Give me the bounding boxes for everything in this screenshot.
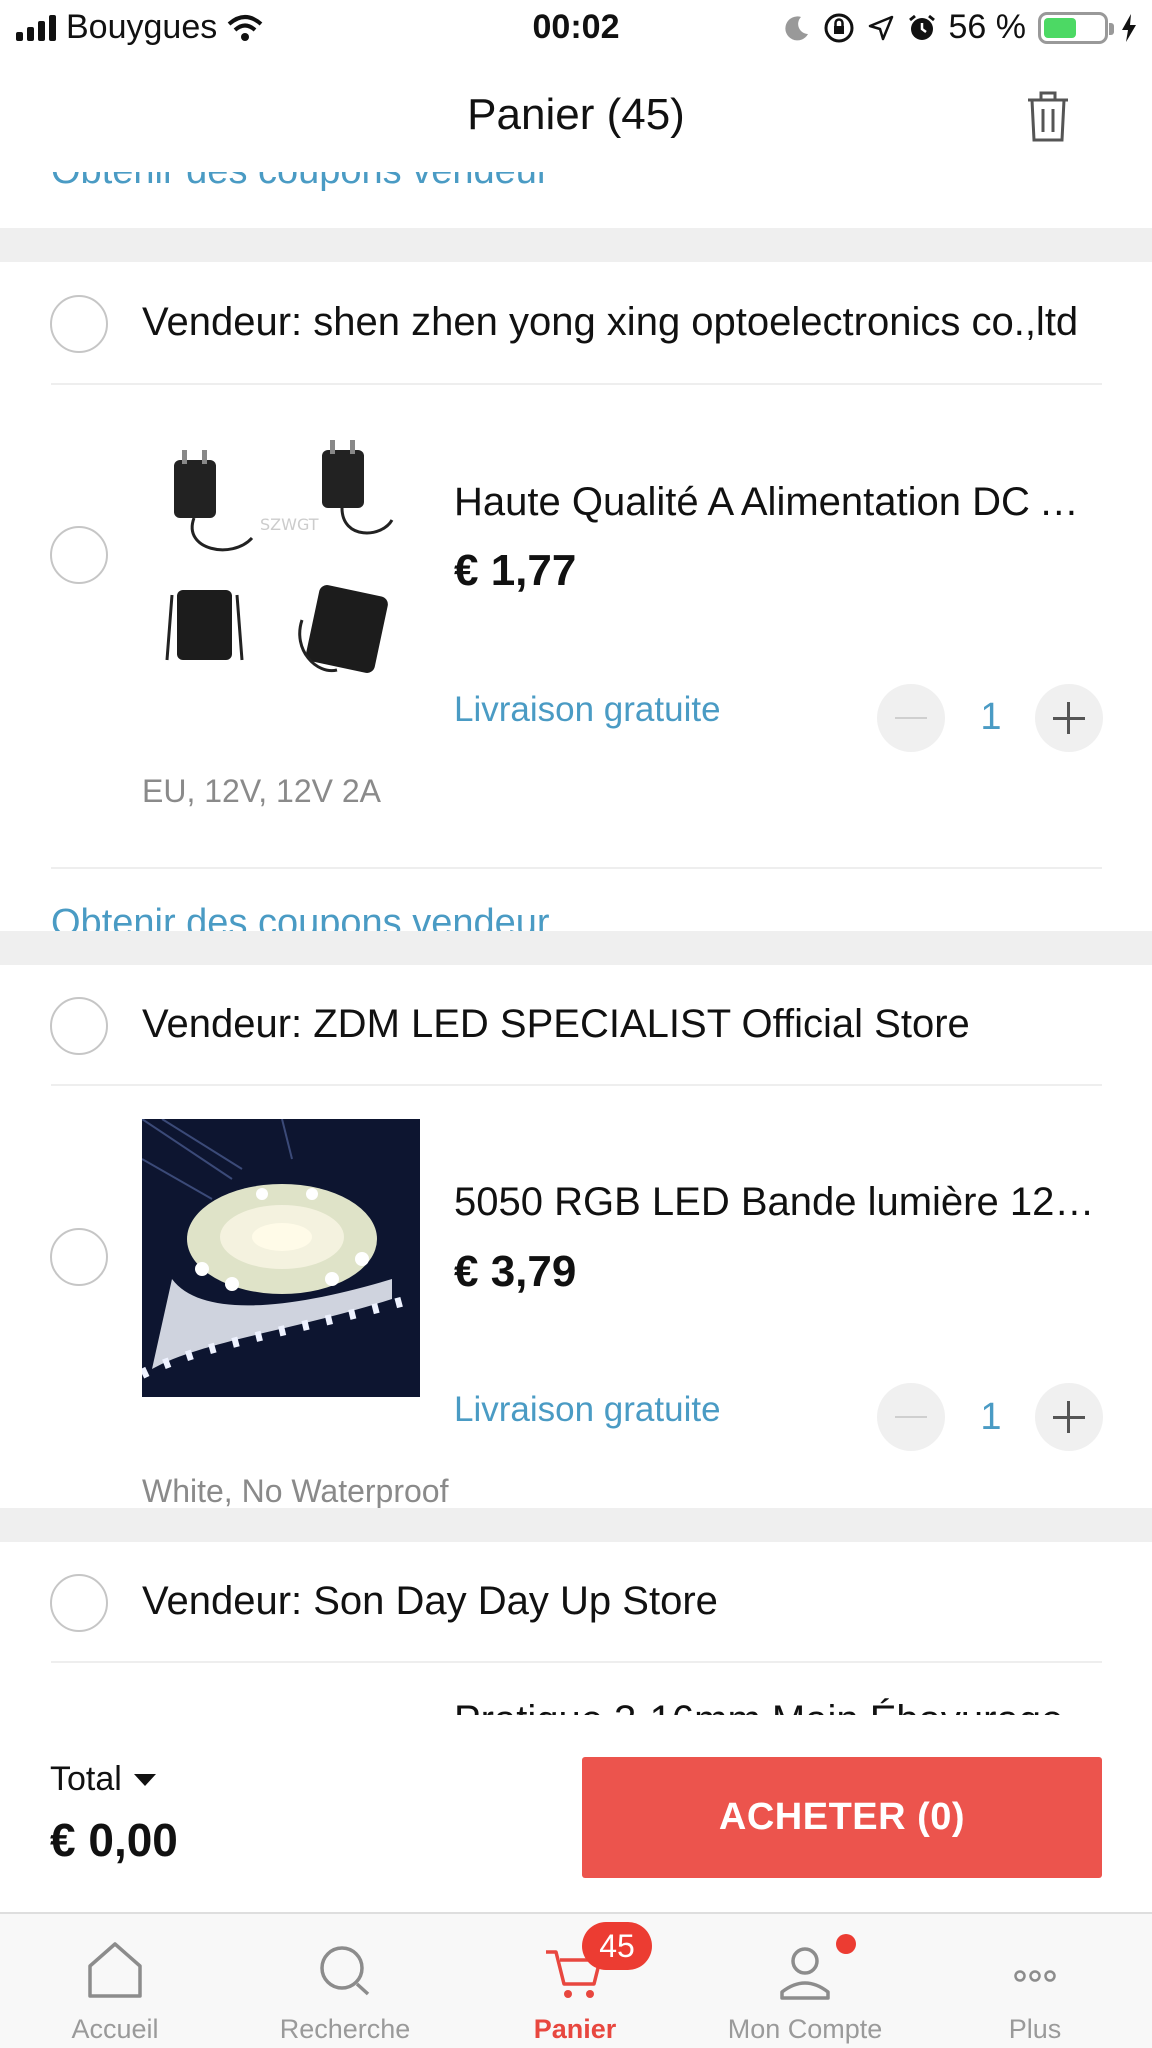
divider — [51, 1084, 1102, 1086]
notification-dot — [836, 1934, 856, 1954]
buy-button[interactable]: ACHETER (0) — [582, 1757, 1102, 1878]
tab-account[interactable]: Mon Compte — [690, 1914, 920, 2048]
quantity-increase-button[interactable] — [1035, 1383, 1103, 1451]
product-title[interactable]: Pratique 3-16mm Main Ébavurage — [454, 1698, 1104, 1715]
trash-icon[interactable] — [1024, 88, 1072, 144]
product-title[interactable]: Haute Qualité A Alimentation DC Adaptate… — [454, 480, 1104, 525]
seller-select-radio[interactable] — [50, 1574, 108, 1632]
status-bar: Bouygues 00:02 56 % — [0, 0, 1152, 60]
location-icon — [868, 15, 893, 40]
item-select-radio[interactable] — [50, 526, 108, 584]
quantity-increase-button[interactable] — [1035, 684, 1103, 752]
tab-label: Mon Compte — [727, 2014, 883, 2044]
tab-home[interactable]: Accueil — [0, 1914, 230, 2048]
section-gap — [0, 1508, 1152, 1542]
tab-label: Accueil — [71, 2014, 159, 2044]
section-gap — [0, 228, 1152, 262]
product-variant: EU, 12V, 12V 2A — [142, 773, 381, 809]
vendor-name[interactable]: Vendeur: ZDM LED SPECIALIST Official Sto… — [142, 1002, 970, 1047]
quantity-value: 1 — [980, 1396, 1002, 1438]
home-icon — [88, 1942, 142, 1998]
quantity-decrease-button[interactable] — [877, 684, 945, 752]
nav-header: Panier (45) — [0, 60, 1152, 172]
more-icon — [1014, 1970, 1056, 1982]
product-variant: White, No Waterproof — [142, 1473, 449, 1509]
quantity-decrease-button[interactable] — [877, 1383, 945, 1451]
page-title: Panier (45) — [467, 90, 685, 139]
svg-text:SZWGT: SZWGT — [260, 515, 319, 534]
seller-select-radio[interactable] — [50, 997, 108, 1055]
checkout-bar: Total € 0,00 ACHETER (0) — [0, 1715, 1152, 1912]
product-title[interactable]: 5050 RGB LED Bande lumière 12 v DC — [454, 1180, 1104, 1225]
shipping-label: Livraison gratuite — [454, 690, 721, 729]
account-icon — [780, 1947, 830, 2000]
seller-select-radio[interactable] — [50, 295, 108, 353]
item-select-radio[interactable] — [50, 1228, 108, 1286]
quantity-value: 1 — [980, 696, 1002, 738]
shipping-label: Livraison gratuite — [454, 1390, 721, 1429]
divider — [51, 383, 1102, 385]
tab-label: Panier — [533, 2014, 617, 2044]
moon-icon — [784, 15, 808, 40]
seller-section: Vendeur: shen zhen yong xing optoelectro… — [0, 262, 1152, 944]
search-icon — [320, 1946, 370, 1996]
vendor-name[interactable]: Vendeur: shen zhen yong xing optoelectro… — [142, 300, 1078, 345]
status-right: 56 % — [783, 8, 1139, 47]
tab-search[interactable]: Recherche — [230, 1914, 460, 2048]
product-price: € 3,79 — [454, 1247, 577, 1296]
tab-cart[interactable]: 45 Panier — [460, 1914, 690, 2048]
charging-icon — [1122, 13, 1136, 42]
seller-section: Vendeur: ZDM LED SPECIALIST Official Sto… — [0, 965, 1152, 1568]
caret-down-icon — [133, 1773, 156, 1786]
product-image-led-strip[interactable] — [142, 1119, 420, 1397]
product-price: € 1,77 — [454, 546, 577, 595]
section-gap — [0, 931, 1152, 965]
tab-label: Plus — [1008, 2014, 1062, 2044]
cart-list[interactable]: Obtenir des coupons vendeur Vendeur: she… — [0, 60, 1152, 1715]
divider — [51, 867, 1102, 869]
cart-count-badge: 45 — [582, 1922, 652, 1970]
tab-bar: Accueil Recherche 45 Panier Mon Compte P… — [0, 1912, 1152, 2048]
tab-more[interactable]: Plus — [920, 1914, 1150, 2048]
battery-icon — [1038, 11, 1114, 44]
divider — [51, 1661, 1102, 1663]
product-image-power-adapter[interactable]: SZWGT — [142, 420, 420, 698]
vendor-name[interactable]: Vendeur: Son Day Day Up Store — [142, 1579, 718, 1624]
total-toggle[interactable]: Total — [50, 1760, 156, 1799]
total-value: € 0,00 — [50, 1814, 178, 1866]
total-label: Total — [50, 1760, 122, 1798]
seller-section: Vendeur: Son Day Day Up Store Pratique 3… — [0, 1542, 1152, 1715]
tab-label: Recherche — [279, 2014, 411, 2044]
battery-percent: 56 % — [948, 8, 1027, 46]
rotation-lock-icon — [824, 13, 853, 42]
alarm-icon — [908, 14, 935, 40]
